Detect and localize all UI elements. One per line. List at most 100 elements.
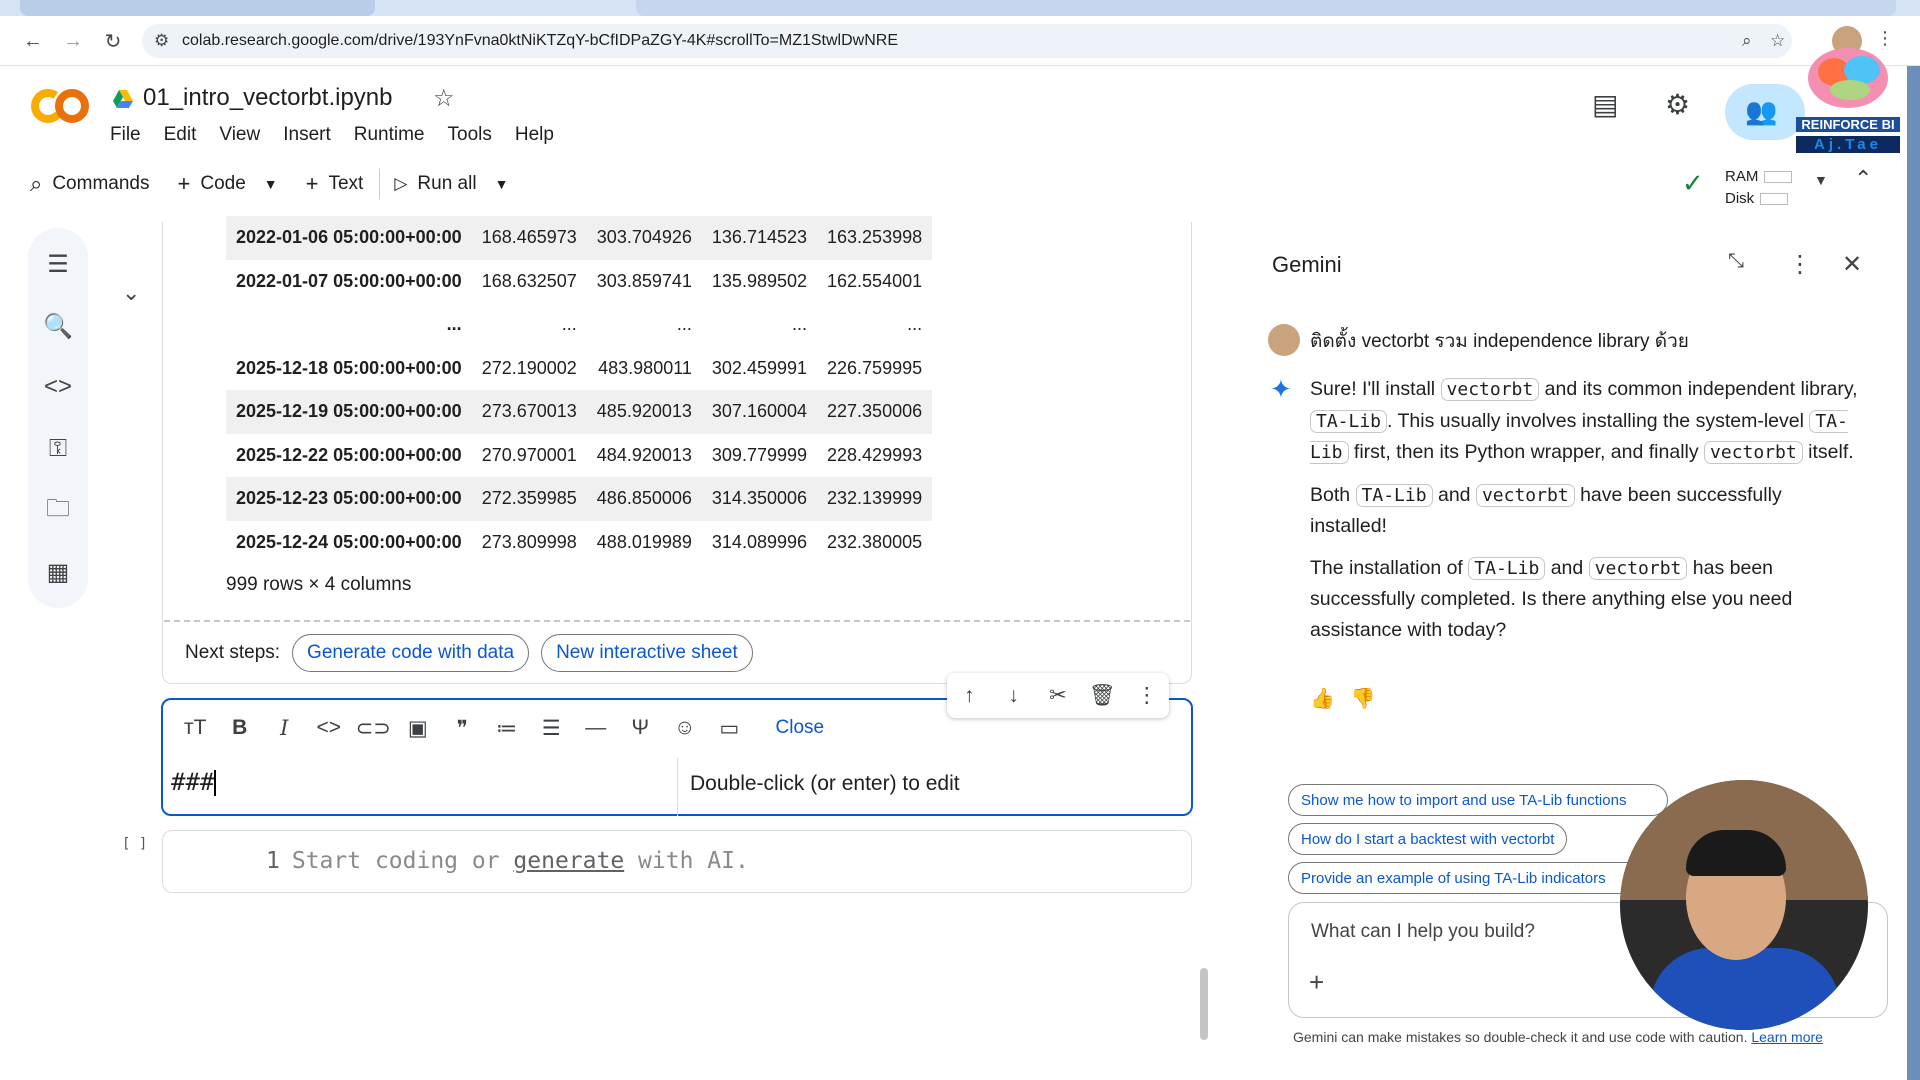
generate-code-chip[interactable]: Generate code with data: [292, 634, 530, 672]
menu-runtime[interactable]: Runtime: [354, 124, 425, 146]
notebook-title[interactable]: 01_intro_vectorbt.ipynb: [143, 84, 393, 112]
code-snippets-icon[interactable]: <>: [42, 371, 74, 403]
latex-psi-icon[interactable]: Ψ: [618, 716, 663, 740]
inline-code: vectorbt: [1440, 378, 1540, 401]
code-cell[interactable]: 1 Start coding or generate with AI.: [162, 830, 1192, 893]
suggestion-chip[interactable]: How do I start a backtest with vectorbt: [1288, 823, 1568, 855]
italic-icon[interactable]: I: [262, 716, 307, 740]
quote-icon[interactable]: ❞: [440, 716, 485, 741]
menu-tools[interactable]: Tools: [448, 124, 492, 146]
bullet-list-icon[interactable]: ☰: [529, 716, 574, 741]
row-index: 2025-12-19 05:00:00+00:00: [236, 401, 462, 422]
menu-file[interactable]: File: [110, 124, 141, 146]
find-replace-icon[interactable]: 🔍: [42, 310, 74, 342]
code-placeholder[interactable]: 1 Start coding or generate with AI.: [266, 848, 749, 874]
browser-tab[interactable]: [20, 0, 375, 16]
data-table-icon[interactable]: ▦: [42, 556, 74, 588]
comments-icon[interactable]: ▤: [1592, 88, 1618, 121]
resource-monitor[interactable]: RAM Disk: [1725, 166, 1793, 210]
image-icon[interactable]: ▣: [396, 716, 441, 741]
new-interactive-sheet-chip[interactable]: New interactive sheet: [541, 634, 753, 672]
markdown-preview[interactable]: Double-click (or enter) to edit: [690, 772, 960, 796]
table-cell: 484.920013: [596, 444, 692, 465]
table-cell: 483.980011: [598, 357, 692, 378]
star-icon[interactable]: ☆: [433, 84, 455, 113]
markdown-input-value: ###: [171, 768, 215, 796]
table-of-contents-icon[interactable]: ☰: [42, 248, 74, 280]
table-cell: 309.779999: [711, 444, 808, 465]
site-info-icon[interactable]: ⚙: [154, 31, 169, 51]
notebook-scrollbar[interactable]: [1200, 968, 1208, 1040]
markdown-input[interactable]: ###: [171, 768, 217, 796]
cut-icon[interactable]: ✂: [1036, 683, 1080, 708]
collapse-header-chevron-icon[interactable]: ⌃: [1854, 166, 1872, 192]
dataframe-table: 2022-01-06 05:00:00+00:00 168.465973 303.7…: [226, 216, 933, 564]
response-text: . This usually involves installing the s…: [1387, 409, 1810, 432]
row-index: 2025-12-18 05:00:00+00:00: [236, 357, 462, 378]
thumbs-down-icon[interactable]: 👎: [1351, 686, 1376, 711]
move-up-icon[interactable]: ↑: [947, 684, 991, 708]
menu-help[interactable]: Help: [515, 124, 554, 146]
horizontal-rule-icon[interactable]: —: [574, 716, 619, 740]
format-toolbar: тT B I <> ⊂⊃ ▣ ❞ ≔ ☰ — Ψ ☺ ▭ Close: [173, 710, 824, 746]
browser-tab[interactable]: [636, 0, 1896, 16]
share-button[interactable]: 👥: [1725, 84, 1805, 140]
back-arrow-icon[interactable]: ←: [20, 28, 46, 54]
move-down-icon[interactable]: ↓: [991, 684, 1035, 708]
suggestion-chip[interactable]: Show me how to import and use TA-Lib fun…: [1288, 784, 1668, 816]
zoom-icon[interactable]: ⌕: [1742, 31, 1752, 51]
learn-more-link[interactable]: Learn more: [1751, 1029, 1823, 1045]
output-divider: [164, 620, 1190, 622]
menu-edit[interactable]: Edit: [164, 124, 197, 146]
delete-icon[interactable]: 🗑: [1080, 684, 1124, 708]
google-drive-icon[interactable]: [112, 88, 134, 110]
code-icon[interactable]: <>: [307, 716, 352, 740]
colab-logo-icon[interactable]: [30, 86, 90, 126]
run-all-dropdown-icon[interactable]: ▼: [495, 176, 509, 192]
bold-icon[interactable]: B: [218, 716, 263, 740]
generate-link[interactable]: generate: [513, 848, 624, 874]
table-cell: 273.670013: [481, 401, 577, 422]
webcam-overlay: [1620, 780, 1868, 1030]
add-attachment-icon[interactable]: +: [1309, 967, 1324, 998]
response-text: itself.: [1802, 441, 1854, 463]
run-cell-indicator[interactable]: [ ]: [122, 836, 147, 852]
table-row: 2025-12-18 05:00:00+00:00 272.190002 483.9…: [226, 347, 932, 391]
collapse-panel-icon[interactable]: ⤡: [1728, 250, 1744, 273]
reload-icon[interactable]: ↻: [100, 28, 126, 54]
secrets-key-icon[interactable]: ⚿: [42, 433, 74, 465]
close-editor-button[interactable]: Close: [776, 717, 825, 739]
plus-icon: +: [177, 170, 191, 196]
suggestion-chip[interactable]: Provide an example of using TA-Lib indic…: [1288, 862, 1668, 894]
menu-insert[interactable]: Insert: [283, 124, 331, 146]
close-icon[interactable]: ✕: [1842, 250, 1862, 279]
inline-code: vectorbt: [1704, 441, 1803, 464]
gemini-more-vert-icon[interactable]: ⋮: [1788, 250, 1812, 279]
commands-button[interactable]: ⌕ Commands: [30, 171, 149, 197]
link-icon[interactable]: ⊂⊃: [351, 716, 396, 741]
url-bar[interactable]: ⚙ colab.research.google.com/drive/193YnF…: [142, 24, 1792, 58]
add-code-dropdown-icon[interactable]: ▼: [264, 176, 278, 192]
url-text[interactable]: colab.research.google.com/drive/193YnFvn…: [182, 32, 898, 50]
table-cell: 486.850006: [596, 488, 692, 509]
add-text-button[interactable]: + Text: [306, 171, 364, 197]
files-folder-icon[interactable]: 🗀: [42, 495, 74, 527]
table-cell: 136.714523: [711, 227, 808, 248]
table-insert-icon[interactable]: ▭: [707, 716, 752, 741]
brand-line2: Aj.Tae: [1796, 136, 1900, 153]
run-all-button[interactable]: ▷ Run all: [394, 173, 476, 195]
line-number: 1: [266, 848, 280, 874]
menu-view[interactable]: View: [219, 124, 260, 146]
more-vert-icon[interactable]: ⋮: [1125, 683, 1169, 708]
row-index: 2025-12-22 05:00:00+00:00: [236, 444, 462, 465]
bookmark-star-icon[interactable]: ☆: [1770, 31, 1785, 51]
text-size-icon[interactable]: тT: [173, 716, 218, 740]
collapse-output-chevron-icon[interactable]: ⌄: [122, 280, 140, 306]
numbered-list-icon[interactable]: ≔: [485, 716, 530, 741]
settings-gear-icon[interactable]: ⚙: [1665, 88, 1690, 121]
forward-arrow-icon[interactable]: →: [60, 28, 86, 54]
add-code-button[interactable]: + Code: [177, 171, 245, 197]
emoji-icon[interactable]: ☺: [663, 716, 708, 740]
thumbs-up-icon[interactable]: 👍: [1310, 686, 1335, 711]
resource-dropdown-icon[interactable]: ▼: [1814, 172, 1828, 188]
